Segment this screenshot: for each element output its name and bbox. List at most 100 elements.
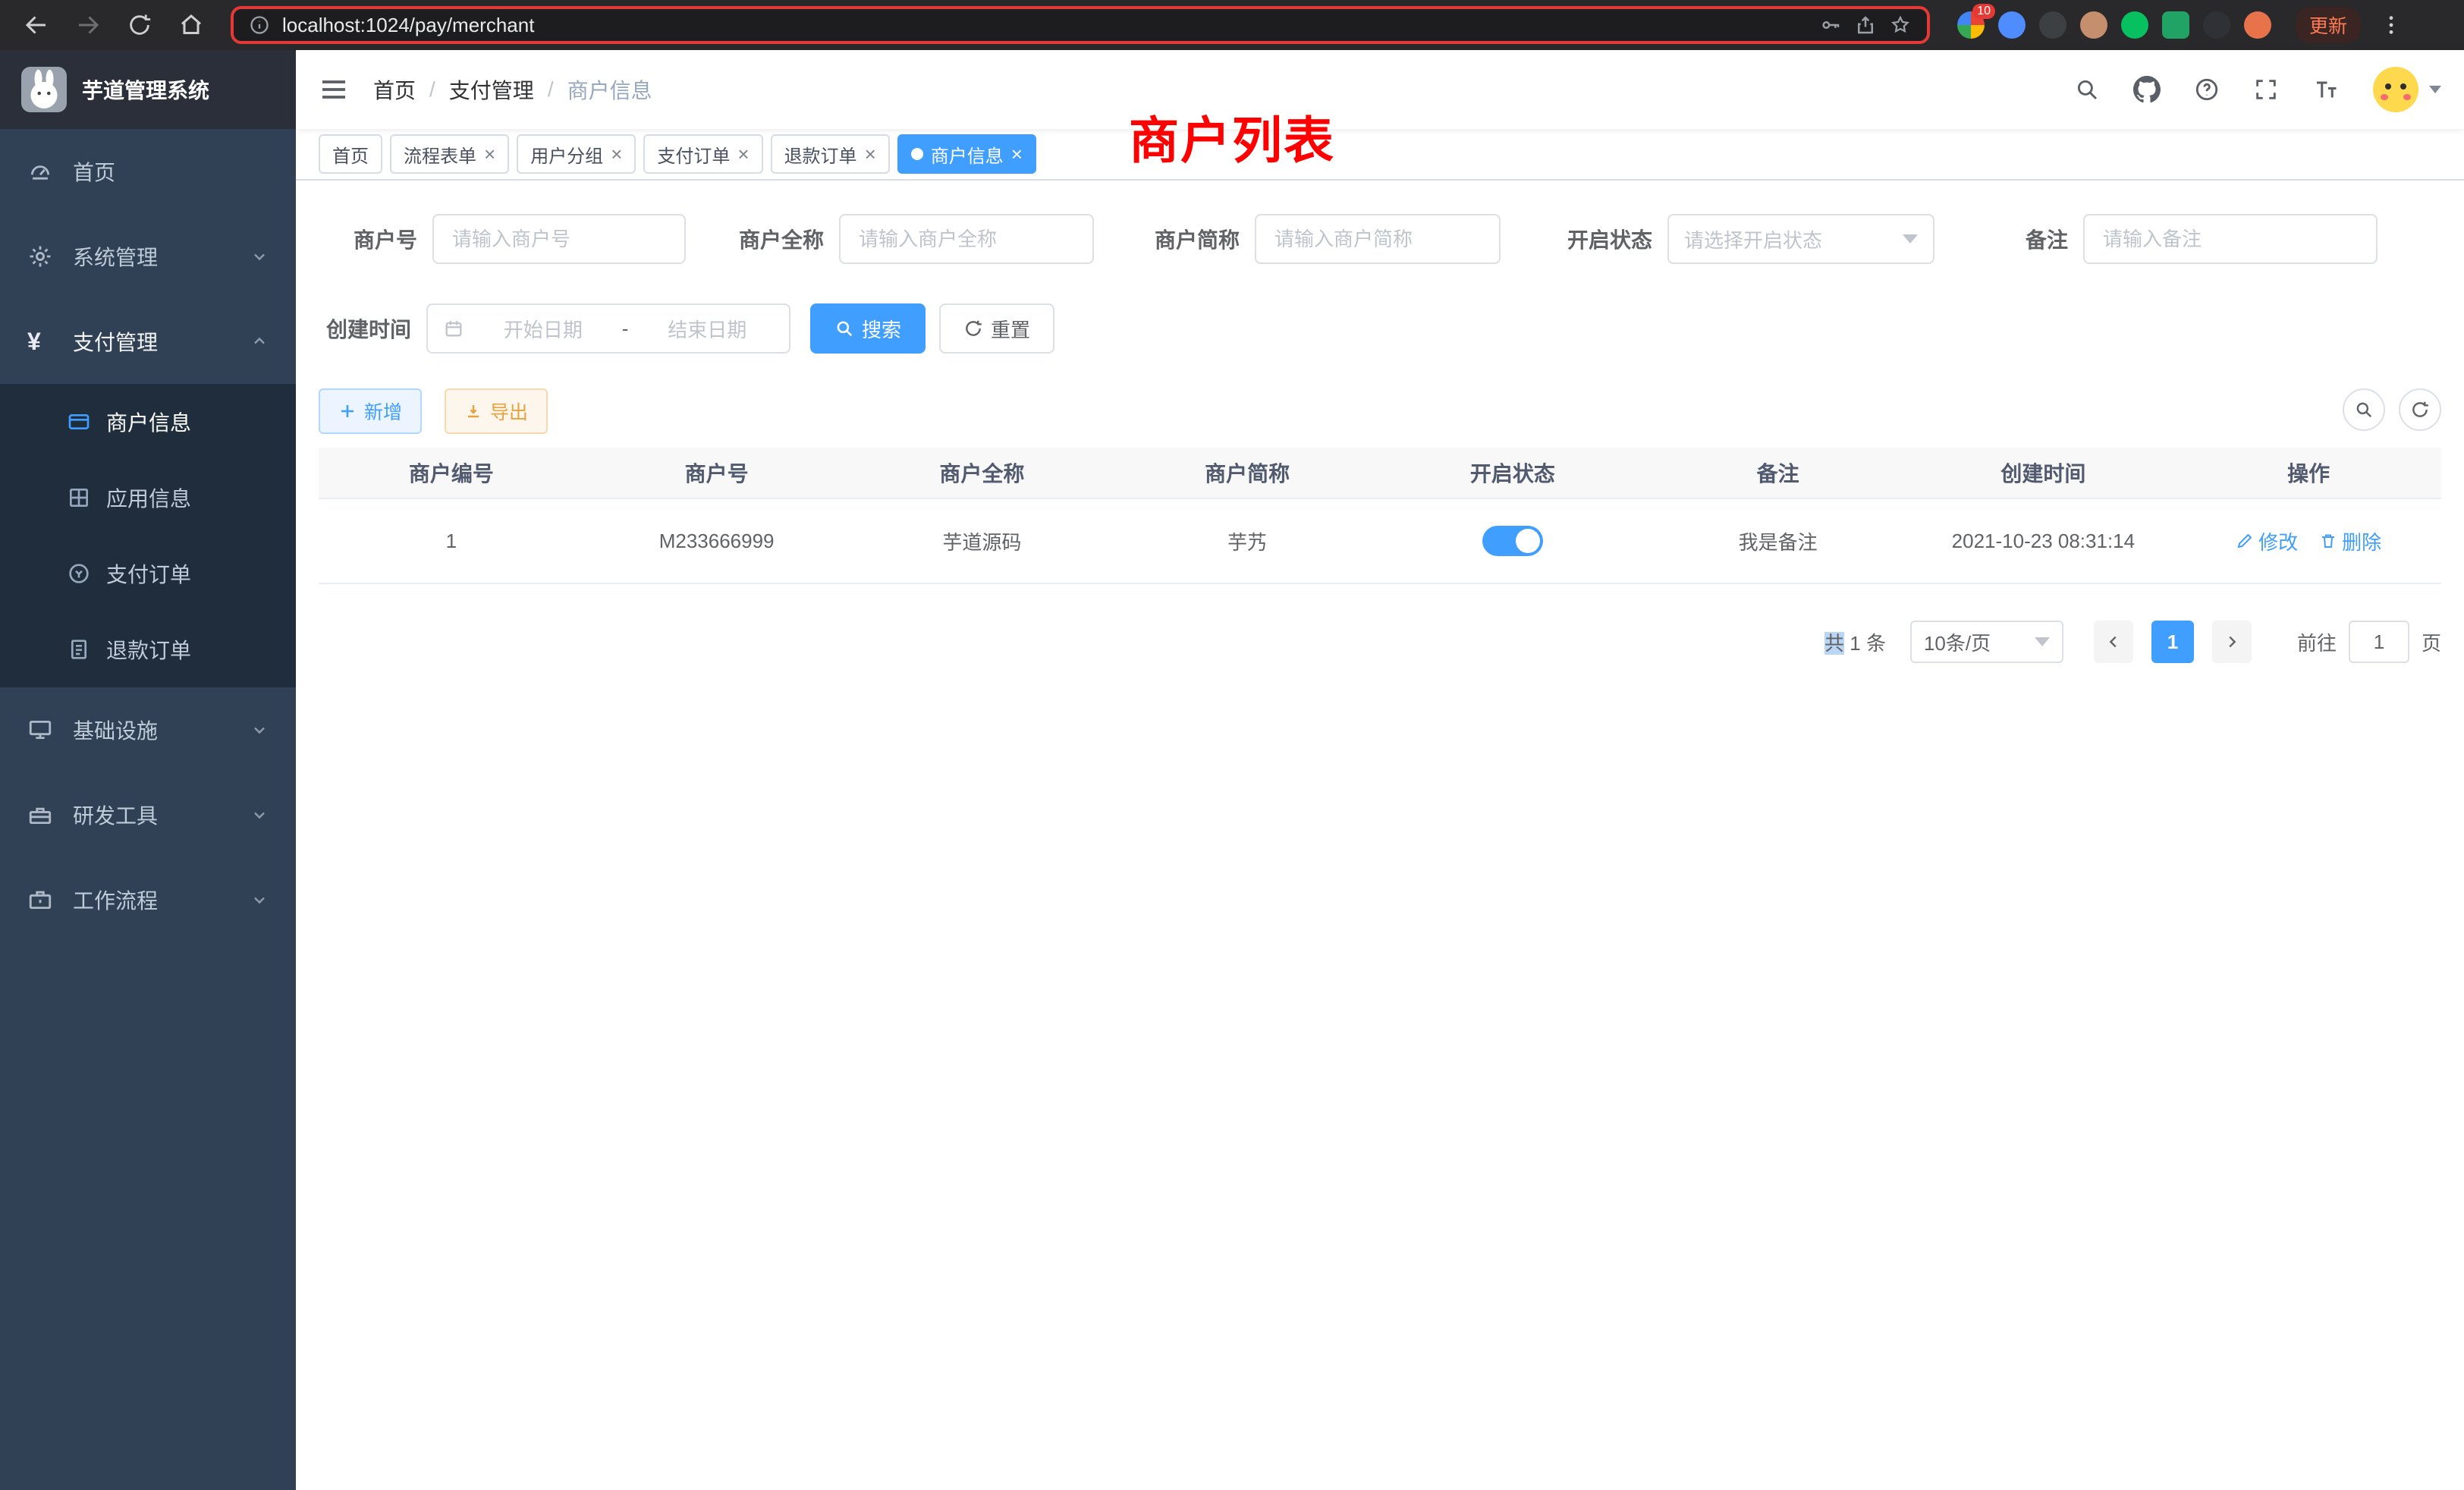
page-number-button[interactable]: 1	[2151, 621, 2194, 663]
fullscreen-icon[interactable]	[2253, 77, 2279, 102]
tab-user-group[interactable]: 用户分组 ×	[517, 134, 636, 174]
browser-home-button[interactable]	[170, 4, 212, 46]
tab-home[interactable]: 首页	[319, 134, 382, 174]
extension-icon-green-doc[interactable]	[2162, 11, 2189, 39]
breadcrumb-home[interactable]: 首页	[373, 74, 416, 105]
close-icon[interactable]: ×	[737, 144, 749, 164]
browser-forward-button[interactable]	[67, 4, 109, 46]
edit-link[interactable]: 修改	[2236, 527, 2298, 555]
browser-back-button[interactable]	[15, 4, 58, 46]
goto-page-input[interactable]	[2349, 621, 2409, 663]
chevron-left-icon	[2105, 633, 2122, 650]
toggle-search-button[interactable]	[2343, 388, 2385, 431]
status-toggle[interactable]	[1482, 526, 1543, 556]
extension-icon-dark[interactable]	[2039, 11, 2066, 39]
github-icon[interactable]	[2133, 76, 2161, 103]
field-merchant-no: 商户号	[354, 214, 686, 264]
tab-refund-order[interactable]: 退款订单 ×	[771, 134, 890, 174]
delete-link[interactable]: 删除	[2319, 527, 2381, 555]
page-size-value: 10条/页	[1924, 628, 1991, 656]
font-size-icon[interactable]	[2312, 76, 2340, 103]
close-icon[interactable]: ×	[484, 144, 495, 164]
remark-input[interactable]	[2083, 214, 2378, 264]
chevron-right-icon	[2224, 633, 2240, 650]
caret-down-icon	[2429, 86, 2441, 93]
sidebar-item-merchant-info[interactable]: 商户信息	[0, 384, 296, 460]
extension-icon-green-circle[interactable]	[2121, 11, 2148, 39]
extension-icon-colorful[interactable]	[1957, 11, 1985, 39]
gear-icon	[27, 244, 55, 269]
app-logo[interactable]: 芋道管理系统	[0, 50, 296, 129]
cell-short-name: 芋艿	[1114, 527, 1380, 555]
bookmark-star-icon[interactable]	[1889, 14, 1912, 36]
extension-icon-orange[interactable]	[2244, 11, 2271, 39]
sidebar-item-system[interactable]: 系统管理	[0, 214, 296, 299]
short-name-input[interactable]	[1255, 214, 1501, 264]
close-icon[interactable]: ×	[611, 144, 622, 164]
sidebar-item-label: 首页	[73, 156, 115, 187]
browser-chrome: localhost:1024/pay/merchant 更新	[0, 0, 2464, 50]
close-icon[interactable]: ×	[1011, 144, 1023, 164]
sidebar: 芋道管理系统 首页 系统管理 ¥ 支付管理	[0, 50, 296, 1490]
help-icon[interactable]	[2194, 77, 2220, 102]
sidebar-item-pay-order[interactable]: 支付订单	[0, 536, 296, 611]
search-icon[interactable]	[2074, 77, 2100, 102]
cell-merchant-id: 1	[319, 530, 584, 553]
extension-icon-avatar[interactable]	[2080, 11, 2107, 39]
extension-icon-puzzle[interactable]	[2203, 11, 2230, 39]
merchant-table: 商户编号 商户号 商户全称 商户简称 开启状态 备注 创建时间 操作 1 M23…	[319, 448, 2441, 584]
tab-merchant-info[interactable]: 商户信息 ×	[897, 134, 1036, 174]
status-select[interactable]: 请选择开启状态	[1667, 214, 1934, 264]
monitor-icon	[27, 717, 55, 743]
field-label: 商户全称	[739, 224, 824, 254]
search-button[interactable]: 搜索	[810, 303, 926, 354]
date-range-picker[interactable]: 开始日期 - 结束日期	[426, 303, 790, 354]
sidebar-item-payment[interactable]: ¥ 支付管理	[0, 299, 296, 384]
sidebar-item-label: 支付管理	[73, 326, 158, 357]
tab-pay-order[interactable]: 支付订单 ×	[643, 134, 762, 174]
sidebar-item-refund-order[interactable]: 退款订单	[0, 611, 296, 687]
export-button[interactable]: 导出	[445, 388, 548, 434]
sidebar-item-infrastructure[interactable]: 基础设施	[0, 687, 296, 772]
user-menu[interactable]	[2373, 67, 2441, 112]
extension-icon-blue[interactable]	[1998, 11, 2026, 39]
add-button[interactable]: 新增	[319, 388, 422, 434]
column-header: 商户全称	[850, 457, 1115, 488]
browser-menu-icon[interactable]	[2379, 13, 2403, 37]
chevron-down-icon	[250, 806, 269, 824]
next-page-button[interactable]	[2212, 621, 2252, 663]
reset-button[interactable]: 重置	[939, 303, 1054, 354]
button-label: 搜索	[862, 315, 901, 343]
close-icon[interactable]: ×	[865, 144, 876, 164]
toolbox-icon	[27, 802, 55, 828]
sidebar-item-home[interactable]: 首页	[0, 129, 296, 214]
yen-icon: ¥	[27, 328, 55, 356]
page-size-select[interactable]: 10条/页	[1910, 621, 2063, 663]
refresh-table-button[interactable]	[2399, 388, 2441, 431]
page-info-icon[interactable]	[249, 14, 270, 36]
hamburger-icon[interactable]	[319, 74, 349, 105]
sidebar-item-app-info[interactable]: 应用信息	[0, 460, 296, 536]
page-unit-label: 页	[2422, 628, 2441, 656]
breadcrumb-separator: /	[429, 77, 435, 102]
logo-image	[21, 67, 67, 112]
pay-order-icon	[67, 561, 91, 586]
merchant-no-input[interactable]	[432, 214, 686, 264]
date-start-placeholder: 开始日期	[476, 315, 610, 343]
browser-reload-button[interactable]	[118, 4, 161, 46]
browser-update-button[interactable]: 更新	[2296, 7, 2361, 43]
prev-page-button[interactable]	[2094, 621, 2133, 663]
active-dot	[911, 148, 923, 160]
tab-process-form[interactable]: 流程表单 ×	[390, 134, 509, 174]
total-rest: 1 条	[1844, 632, 1886, 655]
sidebar-item-workflow[interactable]: 工作流程	[0, 857, 296, 942]
breadcrumb-payment[interactable]: 支付管理	[449, 74, 534, 105]
full-name-input[interactable]	[839, 214, 1094, 264]
edit-icon	[2236, 532, 2254, 550]
password-key-icon[interactable]	[1819, 14, 1842, 36]
chevron-down-icon	[250, 721, 269, 739]
cell-remark: 我是备注	[1645, 527, 1911, 555]
url-bar[interactable]: localhost:1024/pay/merchant	[231, 6, 1930, 44]
sidebar-item-dev-tools[interactable]: 研发工具	[0, 772, 296, 857]
share-icon[interactable]	[1854, 14, 1877, 36]
